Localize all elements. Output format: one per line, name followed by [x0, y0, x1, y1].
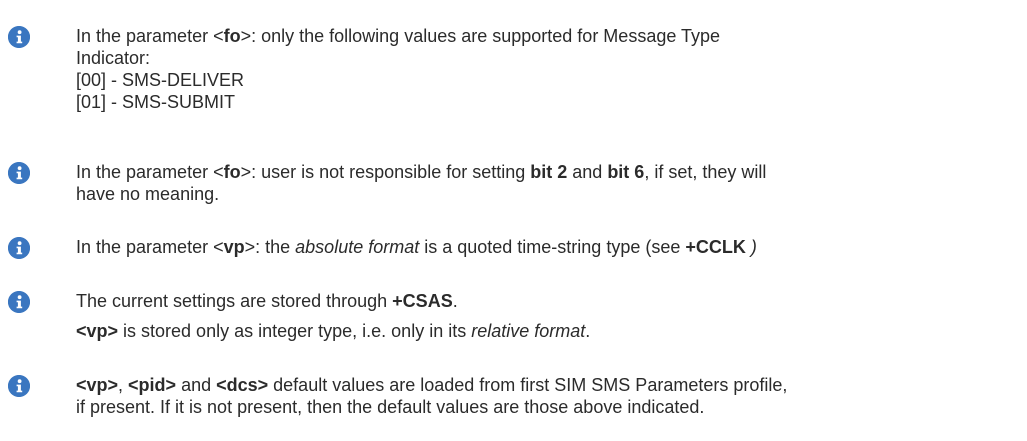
info-icon — [8, 237, 30, 259]
note-text: In the parameter <vp>: the absolute form… — [76, 236, 936, 258]
text-line: In the parameter <fo>: only the followin… — [76, 26, 721, 46]
param-pid: <pid> — [128, 375, 177, 395]
text-line: <vp> is stored only as integer type, i.e… — [76, 321, 591, 341]
param-vp: <vp> — [76, 375, 119, 395]
param-fo: fo — [223, 162, 241, 182]
csas-command: +CSAS — [392, 291, 453, 311]
text-line: have no meaning. — [76, 184, 220, 204]
note-text: The current settings are stored through … — [76, 290, 936, 342]
text-line: The current settings are stored through … — [76, 291, 458, 311]
info-icon — [8, 375, 30, 397]
text-line: In the parameter <fo>: user is not respo… — [76, 162, 767, 182]
bit-6-label: bit 6 — [607, 162, 645, 182]
text-line: In the parameter <vp>: the absolute form… — [76, 237, 757, 257]
info-icon — [8, 162, 30, 184]
text-line: if present. If it is not present, then t… — [76, 397, 705, 417]
note-text: In the parameter <fo>: user is not respo… — [76, 161, 936, 205]
param-dcs: <dcs> — [216, 375, 269, 395]
info-icon — [8, 26, 30, 48]
param-vp: <vp> — [76, 321, 119, 341]
bit-2-label: bit 2 — [530, 162, 568, 182]
absolute-format-term: absolute format — [295, 237, 420, 257]
relative-format-term: relative format — [471, 321, 586, 341]
text-line: Indicator: — [76, 48, 151, 68]
note-text: In the parameter <fo>: only the followin… — [76, 25, 936, 113]
text-line: [00] - SMS-DELIVER — [76, 70, 245, 90]
param-vp: vp — [223, 237, 245, 257]
cclk-command: +CCLK — [685, 237, 746, 257]
text-line: <vp>, <pid> and <dcs> default values are… — [76, 375, 788, 395]
param-fo: fo — [223, 26, 241, 46]
info-icon — [8, 291, 30, 313]
text-line: [01] - SMS-SUBMIT — [76, 92, 236, 112]
note-text: <vp>, <pid> and <dcs> default values are… — [76, 374, 936, 418]
